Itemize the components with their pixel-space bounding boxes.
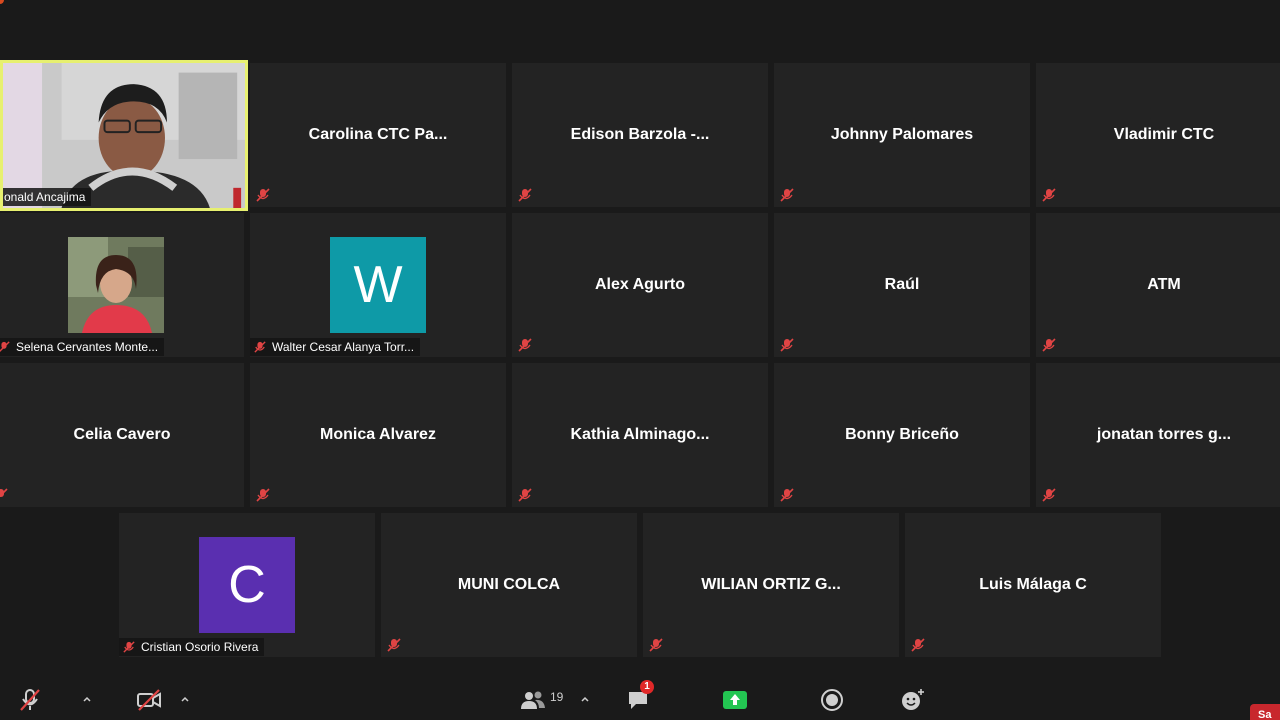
participant-tile[interactable]: Johnny Palomares <box>774 63 1030 207</box>
participant-tile[interactable]: Bonny Briceño <box>774 363 1030 507</box>
mic-muted-icon <box>1042 338 1056 352</box>
participant-name: Cristian Osorio Rivera <box>141 640 259 654</box>
participant-name: Vladimir CTC <box>1113 126 1215 143</box>
participant-tile[interactable]: W Walter Cesar Alanya Torr... <box>250 213 506 357</box>
chevron-up-icon[interactable] <box>180 694 190 704</box>
mic-muted-icon <box>256 188 270 202</box>
participant-name-label: onald Ancajima <box>3 188 92 206</box>
participants-button[interactable]: 19 <box>520 688 563 712</box>
reactions-button[interactable] <box>900 688 926 712</box>
record-button[interactable] <box>820 688 844 712</box>
record-icon <box>821 689 843 711</box>
participant-avatar: W <box>330 237 426 333</box>
video-off-icon <box>137 689 161 711</box>
participant-name-label: Cristian Osorio Rivera <box>119 638 265 656</box>
participant-tile[interactable]: MUNI COLCA <box>381 513 637 657</box>
chat-button[interactable]: 1 <box>626 680 654 712</box>
participant-tile-active[interactable]: onald Ancajima <box>0 60 248 211</box>
mic-muted-icon <box>780 188 794 202</box>
participant-tile[interactable]: Celia Cavero <box>0 363 244 507</box>
participant-tile[interactable]: WILIAN ORTIZ G... <box>643 513 899 657</box>
participant-tile[interactable]: Raúl <box>774 213 1030 357</box>
zoom-gallery-view: onald Ancajima Carolina CTC Pa... Edison… <box>0 0 1280 720</box>
participant-name: Carolina CTC Pa... <box>308 126 448 143</box>
participant-tile[interactable]: jonatan torres g... <box>1036 363 1280 507</box>
mic-muted-icon <box>123 641 135 653</box>
mic-muted-icon <box>387 638 401 652</box>
mic-muted-icon <box>256 488 270 502</box>
participant-name: Monica Alvarez <box>320 426 436 443</box>
participant-name: Selena Cervantes Monte... <box>16 340 159 354</box>
mic-muted-icon <box>0 488 8 498</box>
mic-muted-icon <box>518 488 532 502</box>
participant-name: MUNI COLCA <box>457 576 561 593</box>
video-button[interactable] <box>136 688 162 712</box>
mic-muted-icon <box>1042 188 1056 202</box>
mute-button[interactable] <box>18 688 42 712</box>
participant-name: ATM <box>1147 276 1181 293</box>
participants-icon <box>521 691 545 709</box>
participant-name: onald Ancajima <box>4 190 86 204</box>
participant-name: Walter Cesar Alanya Torr... <box>272 340 415 354</box>
participant-name: WILIAN ORTIZ G... <box>701 576 841 593</box>
participant-video <box>3 63 245 208</box>
profile-photo <box>68 237 164 333</box>
participant-tile[interactable]: Kathia Alminago... <box>512 363 768 507</box>
mic-muted-icon <box>911 638 925 652</box>
mic-muted-icon <box>780 488 794 502</box>
meeting-toolbar: 19 1 Sa <box>0 680 1280 720</box>
mic-muted-icon <box>0 341 10 352</box>
mic-muted-icon <box>518 188 532 202</box>
participant-tile[interactable]: C Cristian Osorio Rivera <box>119 513 375 657</box>
participant-name-label: Selena Cervantes Monte... <box>0 338 165 356</box>
participant-tile[interactable]: Carolina CTC Pa... <box>250 63 506 207</box>
mic-muted-icon <box>518 338 532 352</box>
participant-tile[interactable]: Edison Barzola -... <box>512 63 768 207</box>
participant-tile[interactable]: Alex Agurto <box>512 213 768 357</box>
recording-indicator <box>0 0 4 4</box>
participants-count: 19 <box>550 690 564 704</box>
mic-muted-icon <box>20 689 40 711</box>
chat-badge: 1 <box>640 680 654 694</box>
mic-muted-icon <box>1042 488 1056 502</box>
participant-name: jonatan torres g... <box>1096 426 1232 443</box>
reactions-icon <box>902 689 924 710</box>
participant-name: Bonny Briceño <box>845 426 959 443</box>
chevron-up-icon[interactable] <box>82 694 92 704</box>
end-meeting-button[interactable]: Sa <box>1250 704 1280 720</box>
participant-tile[interactable]: ATM <box>1036 213 1280 357</box>
participant-name: Luis Málaga C <box>979 576 1087 593</box>
participant-name: Kathia Alminago... <box>570 426 710 443</box>
participant-name-label: Walter Cesar Alanya Torr... <box>250 338 421 356</box>
participant-name: Johnny Palomares <box>830 126 974 143</box>
participant-tile[interactable]: Vladimir CTC <box>1036 63 1280 207</box>
share-screen-button[interactable] <box>722 688 748 712</box>
participant-tile[interactable]: Selena Cervantes Monte... <box>0 213 244 357</box>
participant-avatar: C <box>199 537 295 633</box>
chevron-up-icon[interactable] <box>580 694 590 704</box>
participant-tile[interactable]: Monica Alvarez <box>250 363 506 507</box>
share-screen-icon <box>723 691 747 709</box>
participant-tile[interactable]: Luis Málaga C <box>905 513 1161 657</box>
mic-muted-icon <box>254 341 266 353</box>
participant-name: Celia Cavero <box>73 426 171 443</box>
participant-name: Alex Agurto <box>594 276 686 293</box>
participant-name: Raúl <box>884 276 920 293</box>
mic-muted-icon <box>649 638 663 652</box>
participant-name: Edison Barzola -... <box>570 126 710 143</box>
participant-photo <box>68 237 164 333</box>
mic-muted-icon <box>780 338 794 352</box>
